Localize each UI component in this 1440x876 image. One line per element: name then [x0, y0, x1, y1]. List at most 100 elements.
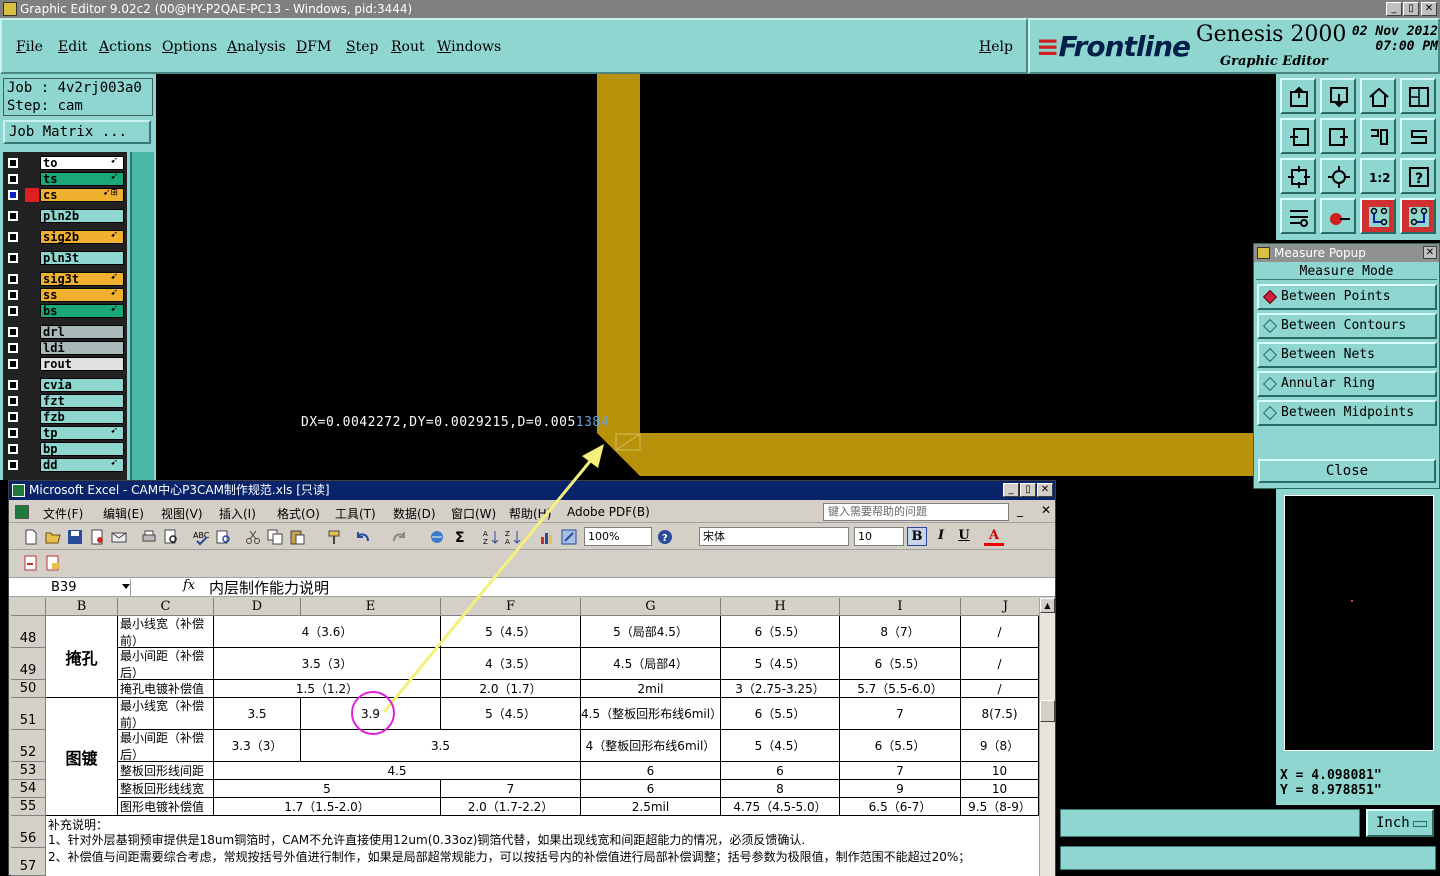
scale-1-2-icon[interactable]: 1:2: [1360, 158, 1396, 194]
layer-row-dd[interactable]: dd ➹: [3, 458, 125, 472]
redraw-icon[interactable]: [1400, 118, 1436, 154]
layer-checkbox[interactable]: [8, 396, 18, 406]
menu-file[interactable]: File: [16, 39, 43, 55]
excel-vertical-scrollbar[interactable]: ▲: [1039, 598, 1055, 876]
xl-menu-insert[interactable]: 插入(I): [219, 505, 256, 522]
option-annular-ring[interactable]: Annular Ring: [1257, 371, 1437, 397]
italic-button[interactable]: I: [931, 527, 951, 546]
menu-rout[interactable]: Rout: [391, 39, 425, 55]
layer-checkbox[interactable]: [8, 428, 18, 438]
layer-row-fzb[interactable]: fzb: [3, 410, 125, 424]
layer-row-bs[interactable]: bs ➹: [3, 304, 125, 318]
font-color-button[interactable]: A: [984, 527, 1004, 546]
spreadsheet-grid[interactable]: B C D E F G H I J 48 49 50 51 52 53 54 5…: [11, 598, 1039, 876]
row-header-48[interactable]: 48: [11, 616, 46, 648]
col-header-f[interactable]: F: [441, 598, 581, 616]
layer-checkbox[interactable]: [8, 158, 18, 168]
xl-menu-window[interactable]: 窗口(W): [451, 505, 496, 522]
layer-row-sig3t[interactable]: sig3t ➹: [3, 272, 125, 286]
menu-step[interactable]: Step: [346, 39, 378, 55]
undo-icon[interactable]: [355, 529, 371, 545]
font-size-select[interactable]: 10: [854, 527, 904, 546]
row-header-50[interactable]: 50: [11, 680, 46, 698]
row-header-55[interactable]: 55: [11, 798, 46, 816]
permission-icon[interactable]: [89, 529, 105, 545]
layer-checkbox[interactable]: [8, 444, 18, 454]
layer-checkbox[interactable]: [8, 253, 18, 263]
pdf-email-icon[interactable]: [45, 555, 61, 571]
layer-name[interactable]: bp: [40, 442, 124, 456]
print-icon[interactable]: [141, 529, 157, 545]
layer-name[interactable]: rout: [40, 357, 124, 371]
net-connect-icon[interactable]: [1400, 198, 1436, 234]
layer-row-to[interactable]: to ➹: [3, 156, 125, 170]
layer-row-tp[interactable]: tp ➹: [3, 426, 125, 440]
layer-row-bp[interactable]: bp: [3, 442, 125, 456]
layer-checkbox[interactable]: [8, 343, 18, 353]
col-header-h[interactable]: H: [721, 598, 840, 616]
layer-checkbox[interactable]: [8, 211, 18, 221]
copy-icon[interactable]: [267, 529, 283, 545]
menu-dfm[interactable]: DFM: [296, 39, 331, 55]
layer-row-drl[interactable]: drl: [3, 325, 125, 339]
xl-menu-file[interactable]: 文件(F): [43, 505, 83, 522]
layer-checkbox[interactable]: [8, 380, 18, 390]
excel-close-button[interactable]: ✕: [1037, 483, 1053, 497]
row-header-49[interactable]: 49: [11, 648, 46, 680]
layer-name[interactable]: fzt: [40, 394, 124, 408]
hyperlink-icon[interactable]: [429, 529, 445, 545]
layer-checkbox[interactable]: [8, 412, 18, 422]
settings-icon[interactable]: [1280, 198, 1316, 234]
paste-icon[interactable]: [289, 529, 305, 545]
export-icon[interactable]: [1320, 78, 1356, 114]
row-header-53[interactable]: 53: [11, 762, 46, 780]
col-header-d[interactable]: D: [214, 598, 301, 616]
new-icon[interactable]: [23, 529, 39, 545]
maximize-button[interactable]: ▯: [1403, 2, 1419, 16]
minimize-button[interactable]: _: [1386, 2, 1402, 16]
spelling-icon[interactable]: ABC: [193, 529, 209, 545]
cut-icon[interactable]: [245, 529, 261, 545]
layer-row-ss[interactable]: ss ➹: [3, 288, 125, 302]
fx-icon[interactable]: fx: [183, 578, 195, 593]
zoom-back-icon[interactable]: [1360, 118, 1396, 154]
command-field[interactable]: [1060, 809, 1360, 837]
layer-row-pln2b[interactable]: pln2b: [3, 209, 125, 223]
layer-checkbox[interactable]: [8, 460, 18, 470]
menu-analysis[interactable]: Analysis: [227, 39, 286, 55]
layer-name[interactable]: pln2b: [40, 209, 124, 223]
option-between-contours[interactable]: Between Contours: [1257, 313, 1437, 339]
menu-actions[interactable]: Actions: [99, 39, 152, 55]
doc-close-button[interactable]: ✕: [1041, 503, 1051, 517]
layer-checkbox[interactable]: [8, 274, 18, 284]
snap-icon[interactable]: [1320, 198, 1356, 234]
row-header-54[interactable]: 54: [11, 780, 46, 798]
zoom-center-icon[interactable]: [1320, 158, 1356, 194]
help-circle-icon[interactable]: ?: [657, 529, 673, 545]
option-between-nets[interactable]: Between Nets: [1257, 342, 1437, 368]
xl-menu-data[interactable]: 数据(D): [393, 505, 436, 522]
pan-right-icon[interactable]: [1320, 118, 1356, 154]
layer-checkbox[interactable]: [8, 306, 18, 316]
sort-descending-icon[interactable]: ZA: [505, 529, 521, 545]
col-header-g[interactable]: G: [581, 598, 721, 616]
layer-name[interactable]: pln3t: [40, 251, 124, 265]
close-button[interactable]: ✕: [1421, 2, 1437, 16]
research-icon[interactable]: [215, 529, 231, 545]
measure-close-button[interactable]: Close: [1258, 459, 1436, 483]
font-name-select[interactable]: 宋体: [699, 527, 849, 546]
zoom-select[interactable]: 100%: [584, 527, 652, 546]
sort-ascending-icon[interactable]: AZ: [483, 529, 499, 545]
layer-checkbox[interactable]: [8, 232, 18, 242]
layer-row-pln3t[interactable]: pln3t: [3, 251, 125, 265]
col-header-c[interactable]: C: [118, 598, 214, 616]
pdf-convert-icon[interactable]: [23, 555, 39, 571]
xl-menu-help[interactable]: 帮助(H): [509, 505, 551, 522]
save-icon[interactable]: [67, 529, 83, 545]
xl-menu-format[interactable]: 格式(O): [277, 505, 320, 522]
help-icon[interactable]: ?: [1400, 158, 1436, 194]
col-header-j[interactable]: J: [961, 598, 1039, 616]
chart-wizard-icon[interactable]: [539, 529, 555, 545]
menu-help[interactable]: Help: [979, 39, 1013, 55]
layer-checkbox[interactable]: [8, 290, 18, 300]
